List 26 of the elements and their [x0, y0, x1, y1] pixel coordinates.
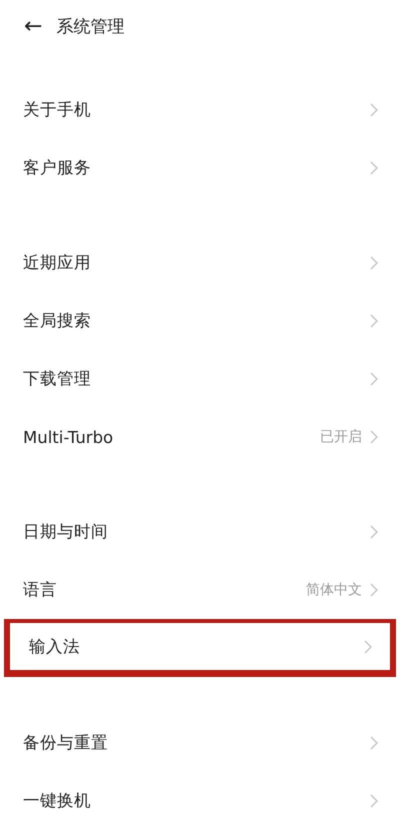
chevron-icon: [364, 640, 372, 654]
settings-row[interactable]: 备份与重置: [0, 714, 400, 772]
chevron-icon: [370, 583, 378, 597]
page-title: 系统管理: [56, 16, 124, 38]
chevron-icon: [370, 736, 378, 750]
back-button[interactable]: ←: [24, 16, 42, 38]
settings-row[interactable]: Multi-Turbo 已开启: [0, 408, 400, 466]
settings-row[interactable]: 下载管理: [0, 350, 400, 408]
chevron-icon: [370, 256, 378, 270]
settings-row[interactable]: 关于手机: [0, 81, 400, 139]
settings-row[interactable]: 一键换机: [0, 772, 400, 816]
chevron-icon: [370, 161, 378, 175]
settings-row[interactable]: 近期应用: [0, 234, 400, 292]
settings-row[interactable]: 日期与时间: [0, 503, 400, 561]
highlighted-settings-row[interactable]: 输入法: [4, 619, 396, 677]
settings-row[interactable]: 客户服务: [0, 139, 400, 197]
settings-row[interactable]: 语言 简体中文: [0, 561, 400, 619]
chevron-icon: [370, 314, 378, 328]
setting-value: 简体中文: [306, 581, 362, 599]
chevron-icon: [370, 794, 378, 808]
setting-value: 已开启: [320, 428, 362, 446]
chevron-icon: [370, 430, 378, 444]
settings-row[interactable]: 全局搜索: [0, 292, 400, 350]
chevron-icon: [370, 103, 378, 117]
chevron-icon: [370, 525, 378, 539]
chevron-icon: [370, 372, 378, 386]
